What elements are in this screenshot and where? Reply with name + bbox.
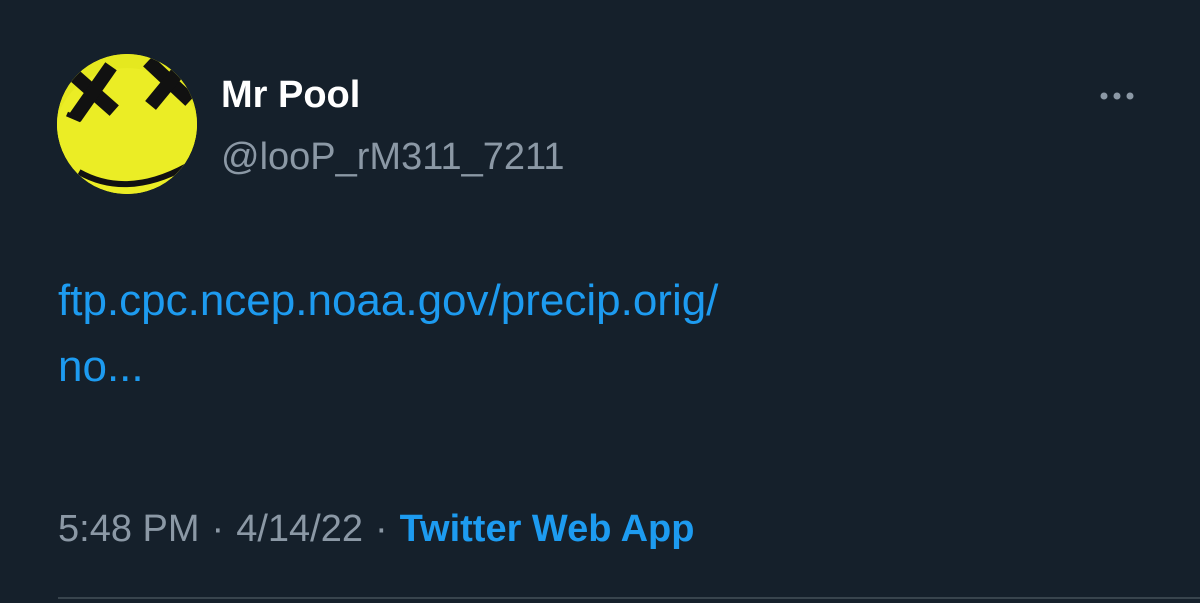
tweet-metadata: 5:48 PM · 4/14/22 · Twitter Web App (58, 502, 694, 556)
smiley-face-icon (57, 54, 197, 194)
tweet-date[interactable]: 4/14/22 (236, 508, 363, 550)
tweet-source-link[interactable]: Twitter Web App (400, 508, 695, 550)
divider (58, 597, 1200, 599)
display-name[interactable]: Mr Pool (221, 72, 360, 118)
more-options-button[interactable] (1092, 76, 1142, 116)
tweet-text: ftp.cpc.ncep.noaa.gov/precip.orig/ no... (58, 268, 1118, 400)
user-handle[interactable]: @looP_rM311_7211 (221, 134, 565, 180)
tweet-link-line2: no... (58, 342, 144, 391)
more-horizontal-icon (1100, 92, 1134, 100)
meta-separator: · (374, 508, 388, 550)
tweet-link-line1: ftp.cpc.ncep.noaa.gov/precip.orig/ (58, 276, 719, 325)
tweet-time[interactable]: 5:48 PM (58, 508, 200, 550)
meta-separator: · (211, 508, 225, 550)
avatar[interactable] (57, 54, 197, 194)
tweet-detail: Mr Pool @looP_rM311_7211 ftp.cpc.ncep.no… (0, 0, 1200, 603)
tweet-link[interactable]: ftp.cpc.ncep.noaa.gov/precip.orig/ no... (58, 276, 718, 391)
